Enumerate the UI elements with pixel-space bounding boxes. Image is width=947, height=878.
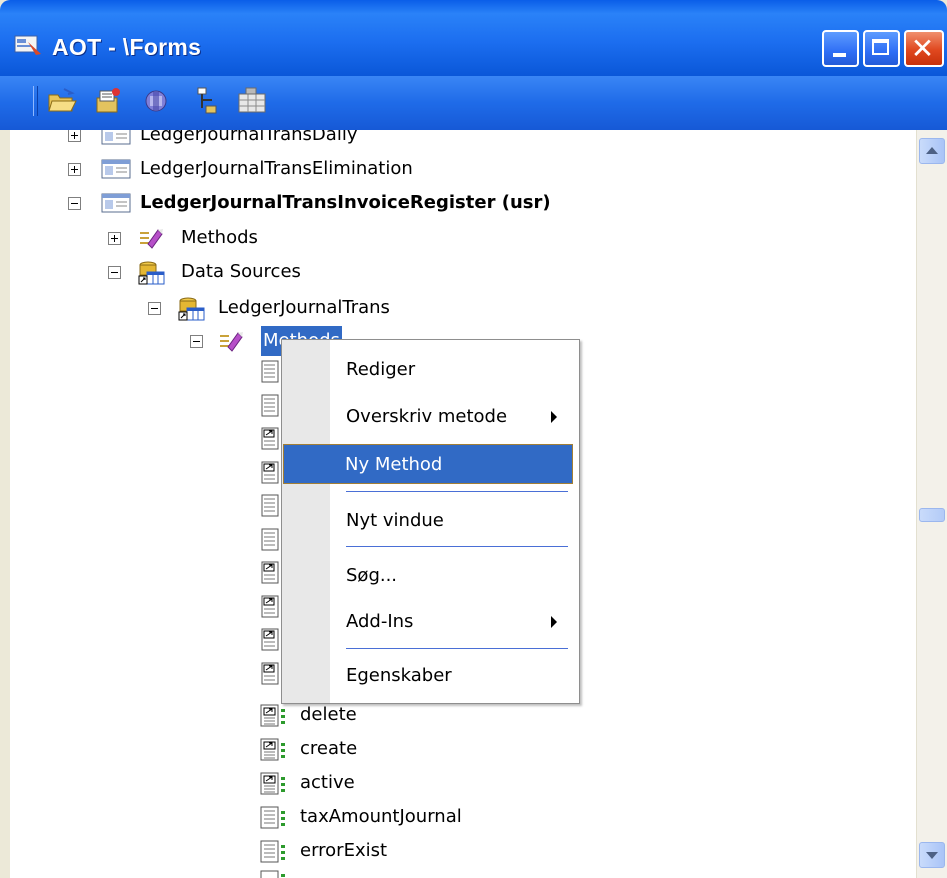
chevron-down-icon	[926, 852, 938, 859]
menu-item-ny-method[interactable]: Ny Method	[283, 444, 573, 484]
aot-window: AOT - \Forms ✕ LedgerJournalTransDaily L…	[0, 0, 947, 878]
datasource-icon	[178, 297, 205, 321]
menu-item-label: Nyt vindue	[346, 510, 444, 531]
method-icon	[260, 806, 285, 829]
menu-separator	[346, 546, 568, 547]
submenu-arrow-icon	[551, 616, 557, 628]
menu-separator	[346, 491, 568, 492]
form-icon	[101, 130, 131, 145]
override-method-icon	[260, 704, 285, 727]
override-method-icon	[261, 461, 279, 483]
scroll-thumb[interactable]	[919, 508, 945, 522]
tree-node-method-taxamountjournal[interactable]: taxAmountJournal	[10, 802, 710, 832]
collapse-icon[interactable]	[190, 335, 203, 348]
method-icon	[261, 494, 279, 517]
override-method-icon	[261, 595, 279, 617]
menu-item-label: Add-Ins	[346, 611, 414, 632]
tree-node-label: LedgerJournalTransInvoiceRegister (usr)	[140, 192, 551, 213]
menu-item-label: Overskriv metode	[346, 406, 508, 427]
open-icon[interactable]	[46, 86, 78, 116]
tree-node-data-sources[interactable]: Data Sources	[10, 257, 710, 287]
tree-node-label: active	[300, 772, 355, 793]
tree-node-label: Methods	[181, 227, 258, 248]
tree-node-datasource[interactable]: LedgerJournalTrans	[10, 293, 710, 323]
vertical-scrollbar[interactable]	[916, 130, 947, 878]
close-button[interactable]: ✕	[904, 30, 944, 67]
menu-item-label: Rediger	[346, 359, 416, 380]
tree-node-label: LedgerJournalTransDaily	[140, 130, 358, 145]
minimize-icon	[833, 53, 846, 57]
methods-icon	[220, 332, 243, 352]
minimize-button[interactable]	[822, 30, 859, 67]
scroll-up-button[interactable]	[919, 138, 945, 164]
tree-node-label: create	[300, 738, 358, 759]
tree-node-label: delete	[300, 704, 357, 725]
method-icon	[260, 870, 285, 878]
override-method-icon	[260, 738, 285, 761]
menu-separator	[346, 648, 568, 649]
menu-item-egenskaber[interactable]: Egenskaber	[284, 656, 572, 696]
override-method-icon	[261, 427, 279, 450]
method-icon	[260, 840, 285, 863]
title-bar[interactable]: AOT - \Forms ✕	[0, 0, 947, 76]
menu-item-label: Søg...	[346, 565, 398, 586]
context-menu: Rediger Overskriv metode Ny Method Nyt v…	[281, 339, 580, 704]
tree-node-method-create[interactable]: create	[10, 734, 710, 764]
tree-node-method-delete[interactable]: delete	[10, 700, 710, 730]
expand-icon[interactable]	[68, 163, 81, 176]
toolbar-grip[interactable]	[33, 86, 38, 116]
menu-item-rediger[interactable]: Rediger	[284, 350, 572, 390]
tree-node-form-invoice-register[interactable]: LedgerJournalTransInvoiceRegister (usr)	[10, 188, 710, 218]
override-method-icon	[261, 561, 279, 584]
tree-node-label: errorExist	[300, 840, 388, 861]
chevron-up-icon	[926, 147, 938, 154]
window-title: AOT - \Forms	[52, 34, 202, 60]
menu-item-soeg[interactable]: Søg...	[284, 556, 572, 596]
compile-icon[interactable]	[140, 86, 172, 116]
override-method-icon	[260, 772, 285, 795]
form-icon	[101, 193, 131, 213]
collapse-icon[interactable]	[68, 197, 81, 210]
expand-icon[interactable]	[108, 232, 121, 245]
grid-icon[interactable]	[236, 86, 268, 116]
menu-item-label: Egenskaber	[346, 665, 452, 686]
expand-icon[interactable]	[68, 130, 81, 142]
menu-item-overskriv-metode[interactable]: Overskriv metode	[284, 397, 572, 437]
form-icon	[101, 159, 131, 179]
close-icon: ✕	[910, 32, 935, 65]
tree-node-label: taxAmountJournal	[300, 806, 462, 827]
properties-icon[interactable]	[92, 86, 124, 116]
tree-node-method-errorexist[interactable]: errorExist	[10, 836, 710, 866]
methods-icon	[140, 229, 163, 249]
override-method-icon	[261, 662, 279, 684]
method-icon	[261, 394, 279, 416]
menu-item-nyt-vindue[interactable]: Nyt vindue	[284, 501, 572, 541]
submenu-arrow-icon	[551, 411, 557, 423]
menu-item-add-ins[interactable]: Add-Ins	[284, 602, 572, 642]
override-method-icon	[261, 628, 279, 651]
maximize-icon	[872, 39, 889, 55]
menu-item-label: Ny Method	[345, 454, 443, 475]
method-icon	[261, 528, 279, 550]
tree-node-label: Data Sources	[181, 261, 301, 282]
tree-node-form[interactable]: LedgerJournalTransDaily	[10, 130, 710, 150]
collapse-icon[interactable]	[108, 266, 121, 279]
tree-node-methods[interactable]: Methods	[10, 223, 710, 253]
maximize-button[interactable]	[863, 30, 900, 67]
method-icon	[261, 360, 279, 383]
aot-app-icon	[14, 35, 41, 55]
data-sources-icon	[138, 261, 165, 285]
collapse-icon[interactable]	[148, 302, 161, 315]
import-icon[interactable]	[188, 86, 220, 116]
tree-node-method-active[interactable]: active	[10, 768, 710, 798]
tree-node-label: LedgerJournalTrans	[218, 297, 390, 318]
tree-node-label: LedgerJournalTransElimination	[140, 158, 413, 179]
scroll-down-button[interactable]	[919, 842, 945, 868]
tree-node-form[interactable]: LedgerJournalTransElimination	[10, 154, 710, 184]
